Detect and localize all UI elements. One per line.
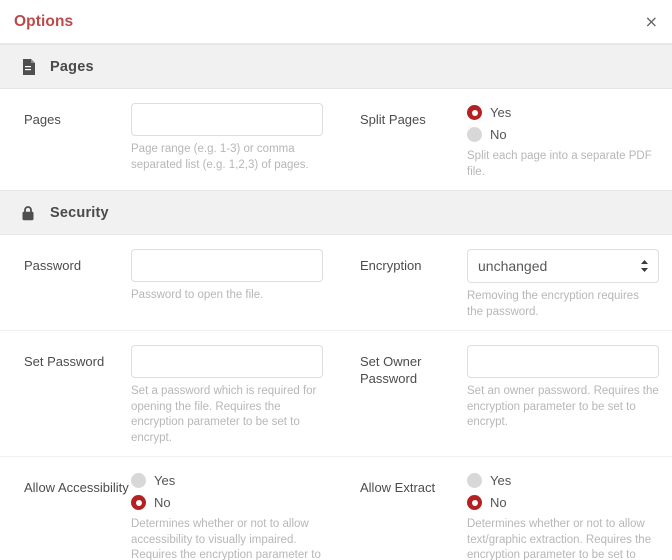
hint-pages: Page range (e.g. 1-3) or comma separated… [131, 143, 309, 171]
field-encryption: Encryption unchanged Removing the encryp… [336, 235, 672, 330]
set-owner-password-input[interactable] [467, 345, 659, 378]
hint-allow-extract: Determines whether or not to allow text/… [467, 518, 652, 560]
radio-split-pages-no[interactable] [467, 127, 482, 142]
radio-label-allow-extract-yes: Yes [490, 473, 512, 488]
field-set-owner-password: Set Owner Password Set an owner password… [336, 331, 672, 456]
allow-extract-radio-group: Yes No Determines whether or not to allo… [466, 471, 660, 560]
file-document-icon [20, 58, 36, 76]
row-pages: Pages Page range (e.g. 1-3) or comma sep… [0, 89, 672, 190]
field-allow-extract: Allow Extract Yes No Determines whether … [336, 457, 672, 560]
hint-encryption: Removing the encryption requires the pas… [467, 290, 639, 318]
label-set-password: Set Password [24, 354, 105, 369]
radio-split-pages-yes[interactable] [467, 105, 482, 120]
encryption-select[interactable]: unchanged [467, 249, 659, 283]
label-split-pages: Split Pages [360, 112, 426, 127]
radio-label-allow-extract-no: No [490, 495, 507, 510]
section-header-security: Security [0, 190, 672, 235]
radio-label-allow-accessibility-no: No [154, 495, 171, 510]
encryption-select-wrapper: unchanged [467, 249, 659, 283]
options-dialog: Options × Pages Pages Page range (e.g. 1… [0, 0, 672, 560]
hint-set-owner-password: Set an owner password. Requires the encr… [467, 385, 659, 428]
section-title-pages: Pages [50, 58, 94, 75]
row-set-password: Set Password Set a password which is req… [0, 330, 672, 456]
radio-allow-extract-yes[interactable] [467, 473, 482, 488]
pages-input[interactable] [131, 103, 323, 136]
label-set-owner-password: Set Owner Password [360, 354, 422, 386]
field-set-password: Set Password Set a password which is req… [0, 331, 336, 456]
radio-label-split-pages-no: No [490, 127, 507, 142]
field-password: Password Password to open the file. [0, 235, 336, 330]
dialog-header: Options × [0, 0, 672, 44]
row-password: Password Password to open the file. Encr… [0, 235, 672, 330]
label-encryption: Encryption [360, 258, 422, 273]
field-pages: Pages Page range (e.g. 1-3) or comma sep… [0, 89, 336, 190]
allow-extract-option-no[interactable]: No [467, 493, 660, 512]
split-pages-option-yes[interactable]: Yes [467, 103, 660, 122]
lock-icon [20, 204, 36, 222]
section-header-pages: Pages [0, 44, 672, 89]
allow-accessibility-option-yes[interactable]: Yes [131, 471, 324, 490]
set-password-input[interactable] [131, 345, 323, 378]
field-allow-accessibility: Allow Accessibility Yes No Determines wh… [0, 457, 336, 560]
hint-allow-accessibility: Determines whether or not to allow acces… [131, 518, 321, 560]
allow-extract-option-yes[interactable]: Yes [467, 471, 660, 490]
hint-set-password: Set a password which is required for ope… [131, 385, 317, 444]
close-icon[interactable]: × [645, 13, 658, 30]
password-input[interactable] [131, 249, 323, 282]
split-pages-option-no[interactable]: No [467, 125, 660, 144]
label-allow-accessibility: Allow Accessibility [24, 480, 129, 495]
split-pages-radio-group: Yes No Split each page into a separate P… [466, 103, 660, 180]
radio-label-split-pages-yes: Yes [490, 105, 512, 120]
label-pages: Pages [24, 112, 61, 127]
radio-allow-accessibility-yes[interactable] [131, 473, 146, 488]
row-allow-permissions: Allow Accessibility Yes No Determines wh… [0, 456, 672, 560]
radio-allow-accessibility-no[interactable] [131, 495, 146, 510]
allow-accessibility-radio-group: Yes No Determines whether or not to allo… [130, 471, 324, 560]
label-allow-extract: Allow Extract [360, 480, 436, 495]
allow-accessibility-option-no[interactable]: No [131, 493, 324, 512]
radio-allow-extract-no[interactable] [467, 495, 482, 510]
label-password: Password [24, 258, 82, 273]
section-title-security: Security [50, 204, 109, 221]
hint-password: Password to open the file. [131, 289, 264, 301]
page-title: Options [14, 12, 74, 30]
hint-split-pages: Split each page into a separate PDF file… [467, 150, 652, 178]
field-split-pages: Split Pages Yes No Split each page into … [336, 89, 672, 190]
radio-label-allow-accessibility-yes: Yes [154, 473, 176, 488]
